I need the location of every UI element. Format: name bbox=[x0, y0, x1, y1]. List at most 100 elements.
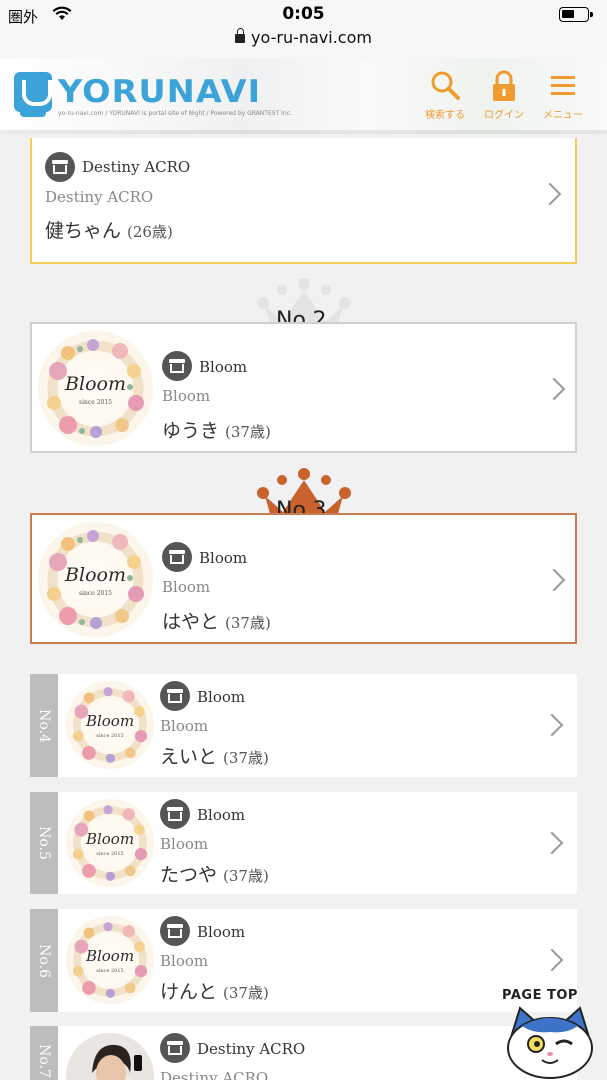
search-label: 検索する bbox=[425, 110, 465, 121]
person-name-text: けんと bbox=[160, 981, 218, 1003]
site-header: YORUNAVI yo-ru-navi.com / YORUNAVI is po… bbox=[0, 58, 607, 134]
shop-name: Bloom bbox=[199, 358, 248, 376]
bloom-logo-since: since 2015 bbox=[96, 733, 124, 739]
person-name: たつや (37歳) bbox=[160, 860, 269, 887]
site-logo[interactable]: YORUNAVI yo-ru-navi.com / YORUNAVI is po… bbox=[14, 72, 292, 122]
bloom-logo-since: since 2015 bbox=[79, 399, 112, 406]
rank-side-tab: No.5 bbox=[30, 792, 58, 894]
store-icon bbox=[160, 681, 190, 711]
ranking-card-4[interactable]: No.4 Bloom since 2015 Bloom Bloom えいと (37… bbox=[30, 674, 577, 777]
store-icon bbox=[162, 351, 192, 381]
bloom-logo: Bloom since 2015 bbox=[66, 681, 154, 769]
shop-subtitle: Bloom bbox=[162, 578, 211, 596]
ranking-card-2[interactable]: Bloom since 2015 Bloom Bloom ゆうき (37歳) bbox=[30, 322, 577, 453]
cat-mascot-icon bbox=[507, 1006, 593, 1079]
person-name-text: えいと bbox=[160, 746, 218, 768]
bloom-logo-since: since 2015 bbox=[96, 851, 124, 857]
chevron-right-icon bbox=[542, 377, 566, 401]
person-name: 健ちゃん (26歳) bbox=[45, 216, 173, 243]
ranking-card-3[interactable]: Bloom since 2015 Bloom Bloom はやと (37歳) bbox=[30, 513, 577, 644]
bloom-logo-name: Bloom bbox=[65, 564, 126, 586]
chevron-right-icon bbox=[540, 948, 564, 972]
person-photo-icon bbox=[66, 1033, 154, 1080]
bloom-logo: Bloom since 2015 bbox=[38, 522, 153, 637]
chevron-right-icon bbox=[540, 831, 564, 855]
address-bar[interactable]: yo-ru-navi.com bbox=[0, 28, 607, 58]
ranking-card-1[interactable]: Destiny ACRO Destiny ACRO 健ちゃん (26歳) bbox=[30, 138, 577, 264]
logo-tagline: yo-ru-navi.com / YORUNAVI is portal site… bbox=[58, 110, 292, 117]
bloom-logo: Bloom since 2015 bbox=[66, 916, 154, 1004]
url-text: yo-ru-navi.com bbox=[251, 28, 372, 47]
status-bar: 圏外 0:05 bbox=[0, 0, 607, 28]
person-name-text: はやと bbox=[162, 611, 220, 633]
bloom-logo-name: Bloom bbox=[85, 830, 135, 848]
ranking-card-6[interactable]: No.6 Bloom since 2015 Bloom Bloom けんと (37… bbox=[30, 909, 577, 1012]
shop-subtitle: Destiny ACRO bbox=[45, 188, 154, 206]
bloom-logo-name: Bloom bbox=[85, 947, 135, 965]
logo-mark-icon bbox=[14, 72, 52, 117]
rank-side-tab: No.6 bbox=[30, 909, 58, 1012]
logo-text: YORUNAVI bbox=[58, 74, 262, 110]
store-icon bbox=[160, 1033, 190, 1063]
bloom-logo: Bloom since 2015 bbox=[66, 799, 154, 887]
person-name-text: 健ちゃん bbox=[45, 220, 122, 242]
bloom-logo-name: Bloom bbox=[65, 373, 126, 395]
rank-label-6: No.6 bbox=[36, 943, 52, 978]
shop-subtitle: Bloom bbox=[162, 387, 211, 405]
bloom-logo-since: since 2015 bbox=[79, 590, 112, 597]
search-button[interactable]: 検索する bbox=[415, 70, 475, 121]
person-age: (37歳) bbox=[225, 614, 271, 632]
bloom-logo-since: since 2015 bbox=[96, 968, 124, 974]
chevron-right-icon bbox=[538, 182, 562, 206]
shop-subtitle: Bloom bbox=[160, 835, 209, 853]
avatar bbox=[66, 1033, 154, 1080]
person-age: (37歳) bbox=[223, 984, 269, 1002]
person-age: (26歳) bbox=[127, 223, 173, 241]
chevron-right-icon bbox=[542, 568, 566, 592]
person-age: (37歳) bbox=[223, 867, 269, 885]
person-name: えいと (37歳) bbox=[160, 742, 269, 769]
chevron-right-icon bbox=[540, 713, 564, 737]
hamburger-icon bbox=[551, 76, 575, 95]
clock: 0:05 bbox=[282, 4, 325, 24]
rank-side-tab: No.4 bbox=[30, 674, 58, 777]
person-name-text: ゆうき bbox=[162, 420, 220, 442]
lock-icon bbox=[235, 28, 246, 43]
bloom-logo: Bloom since 2015 bbox=[38, 331, 153, 446]
menu-button[interactable]: メニュー bbox=[533, 70, 593, 121]
rank-label-4: No.4 bbox=[36, 708, 52, 743]
rank-side-tab: No.7 bbox=[30, 1026, 58, 1080]
person-name: けんと (37歳) bbox=[160, 977, 269, 1004]
store-icon bbox=[45, 152, 75, 182]
battery-icon bbox=[559, 7, 593, 22]
person-age: (37歳) bbox=[225, 423, 271, 441]
search-icon bbox=[431, 71, 460, 100]
shop-subtitle: Bloom bbox=[160, 952, 209, 970]
person-name: はやと (37歳) bbox=[162, 607, 271, 634]
shop-name: Bloom bbox=[199, 549, 248, 567]
store-icon bbox=[160, 916, 190, 946]
login-button[interactable]: ログイン bbox=[474, 70, 534, 121]
person-name: ゆうき (37歳) bbox=[162, 416, 271, 443]
shop-name: Destiny ACRO bbox=[82, 158, 191, 176]
menu-label: メニュー bbox=[543, 110, 583, 121]
store-icon bbox=[160, 799, 190, 829]
shop-name: Bloom bbox=[197, 688, 246, 706]
rank-label-5: No.5 bbox=[36, 826, 52, 860]
page-top-button[interactable]: PAGE TOP bbox=[502, 988, 598, 1080]
login-label: ログイン bbox=[484, 110, 524, 121]
ranking-card-7[interactable]: No.7 Destiny ACRO Destiny ACRO bbox=[30, 1026, 577, 1080]
store-icon bbox=[162, 542, 192, 572]
ranking-card-5[interactable]: No.5 Bloom since 2015 Bloom Bloom たつや (37… bbox=[30, 792, 577, 894]
person-age: (37歳) bbox=[223, 749, 269, 767]
shop-name: Destiny ACRO bbox=[197, 1040, 306, 1058]
shop-subtitle: Bloom bbox=[160, 717, 209, 735]
page-top-label: PAGE TOP bbox=[502, 988, 578, 1003]
lock-icon bbox=[493, 70, 515, 101]
shop-name: Bloom bbox=[197, 923, 246, 941]
shop-subtitle: Destiny ACRO bbox=[160, 1069, 269, 1080]
bloom-logo-name: Bloom bbox=[85, 712, 135, 730]
person-name-text: たつや bbox=[160, 864, 218, 886]
shop-name: Bloom bbox=[197, 806, 246, 824]
rank-label-7: No.7 bbox=[36, 1044, 52, 1078]
